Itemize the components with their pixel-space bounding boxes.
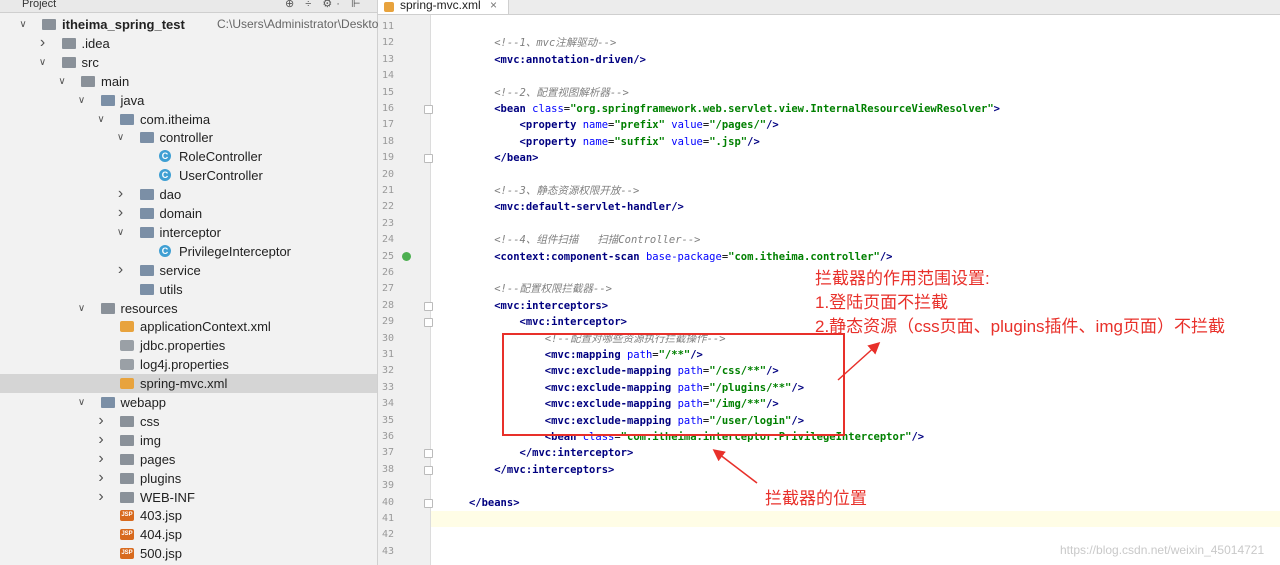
arrow-to-box bbox=[837, 341, 881, 381]
watermark: https://blog.csdn.net/weixin_45014721 bbox=[1060, 543, 1265, 557]
annotation-arrows bbox=[712, 341, 881, 484]
arrow-to-position bbox=[712, 449, 758, 484]
